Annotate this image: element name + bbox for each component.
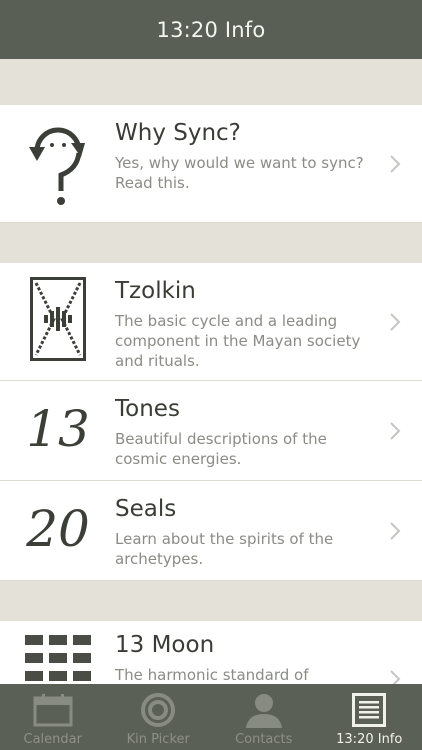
row-title: Tzolkin xyxy=(115,278,196,304)
chevron-right-icon xyxy=(390,313,401,331)
list-item-tzolkin[interactable]: Tzolkin The basic cycle and a leading co… xyxy=(0,263,422,381)
page-title: 13:20 Info xyxy=(156,17,266,42)
row-description: The harmonic standard of xyxy=(115,666,309,684)
row-title: Seals xyxy=(115,496,177,522)
row-description: Yes, why would we want to sync? Read thi… xyxy=(115,154,364,192)
tab-calendar[interactable]: Calendar xyxy=(0,684,106,750)
row-description: Learn about the spirits of the archetype… xyxy=(115,530,334,568)
contacts-icon xyxy=(244,690,284,730)
chevron-right-icon xyxy=(390,155,401,173)
chevron-right-icon xyxy=(390,522,401,540)
list-item-seals[interactable]: 20 Seals Learn about the spirits of the … xyxy=(0,481,422,581)
chevron-right-icon xyxy=(390,422,401,440)
tones-number: 13 xyxy=(26,400,90,458)
info-list[interactable]: Why Sync? Yes, why would we want to sync… xyxy=(0,59,422,684)
list-item-tones[interactable]: 13 Tones Beautiful descriptions of the c… xyxy=(0,381,422,481)
calendar-icon xyxy=(33,690,73,730)
row-title: Why Sync? xyxy=(115,120,241,146)
tab-contacts[interactable]: Contacts xyxy=(211,684,317,750)
tab-label: Kin Picker xyxy=(126,732,190,747)
list-item-13-moon[interactable]: 13 Moon The harmonic standard of xyxy=(0,621,422,684)
kin-picker-icon xyxy=(140,690,176,730)
calendar-grid-icon xyxy=(18,635,98,684)
list-item-why-sync[interactable]: Why Sync? Yes, why would we want to sync… xyxy=(0,105,422,223)
chevron-right-icon xyxy=(390,670,401,684)
row-description: Beautiful descriptions of the cosmic ene… xyxy=(115,430,327,468)
info-list-icon xyxy=(352,690,387,730)
section-spacer xyxy=(0,581,422,621)
sync-question-icon xyxy=(18,119,98,209)
row-description: The basic cycle and a leading component … xyxy=(115,312,361,370)
section-spacer xyxy=(0,59,422,105)
tab-kin-picker[interactable]: Kin Picker xyxy=(106,684,212,750)
seals-number: 20 xyxy=(26,500,90,558)
seals-number-icon: 20 xyxy=(18,497,98,561)
tab-13-20-info[interactable]: 13:20 Info xyxy=(317,684,422,750)
row-title: 13 Moon xyxy=(115,632,215,658)
tab-label: Calendar xyxy=(23,732,82,747)
tab-bar: Calendar Kin Picker Contacts 13:20 Info xyxy=(0,684,422,750)
tab-label: 13:20 Info xyxy=(336,732,403,747)
tones-number-icon: 13 xyxy=(18,397,98,461)
section-spacer xyxy=(0,223,422,263)
tab-label: Contacts xyxy=(235,732,293,747)
tzolkin-glyph-icon xyxy=(18,277,98,361)
navigation-bar: 13:20 Info xyxy=(0,0,422,59)
row-title: Tones xyxy=(115,396,180,422)
